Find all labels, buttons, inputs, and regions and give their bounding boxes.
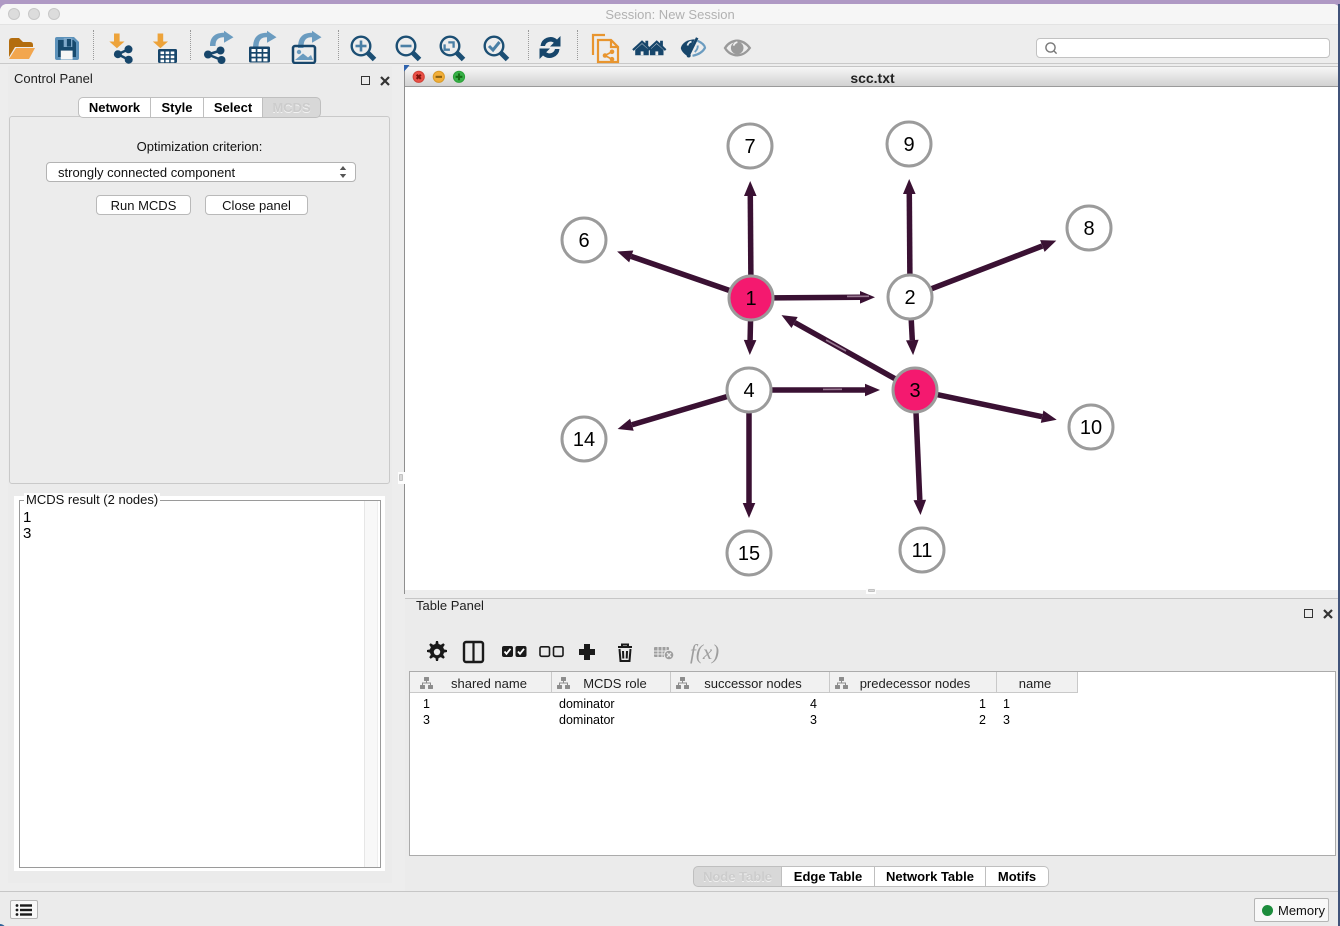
svg-text:3: 3 [909,380,920,402]
svg-text:2: 2 [904,287,915,309]
svg-text:4: 4 [743,380,754,402]
svg-text:shared name: shared name [451,676,527,691]
svg-text:1: 1 [745,288,756,310]
svg-text:9: 9 [903,134,914,156]
svg-text:10: 10 [1080,417,1102,439]
svg-text:15: 15 [738,543,760,565]
svg-text:14: 14 [573,429,595,451]
svg-text:MCDS role: MCDS role [583,676,647,691]
svg-text:successor nodes: successor nodes [704,676,802,691]
svg-text:7: 7 [744,136,755,158]
svg-text:6: 6 [578,230,589,252]
svg-text:11: 11 [912,540,933,562]
svg-text:8: 8 [1083,218,1094,240]
svg-text:name: name [1019,676,1052,691]
svg-text:predecessor nodes: predecessor nodes [860,676,971,691]
svg-text:f(x): f(x) [690,640,719,664]
